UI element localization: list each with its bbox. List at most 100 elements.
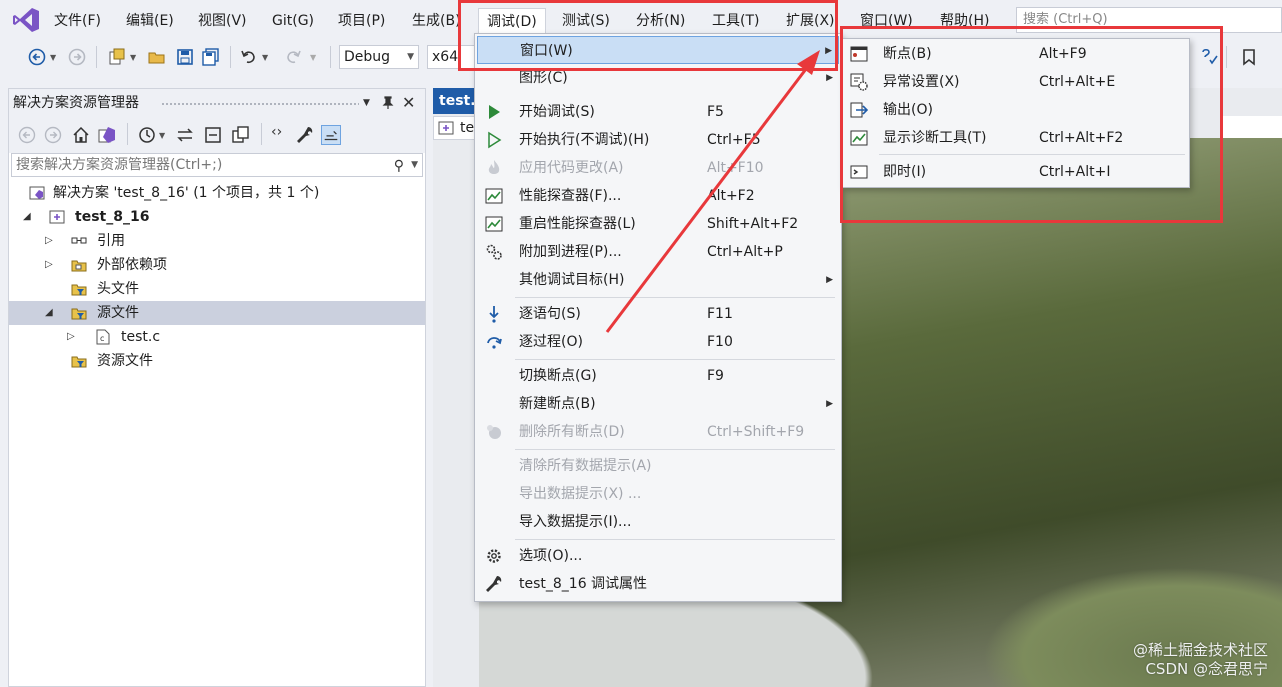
step-over-icon <box>487 337 502 349</box>
pin-icon[interactable] <box>381 89 395 117</box>
menu-item-other-debug-targets[interactable]: 其他调试目标(H) ▶ <box>477 266 839 294</box>
open-folder-icon[interactable] <box>148 48 166 66</box>
solution-search-placeholder: 搜索解决方案资源管理器(Ctrl+;) <box>16 157 223 173</box>
menu-item-label: 导入数据提示(I)... <box>519 514 632 530</box>
redo-icon[interactable] <box>284 48 302 66</box>
menu-item-new-breakpoint[interactable]: 新建断点(B) ▶ <box>477 390 839 418</box>
search-options-dropdown-icon[interactable]: ▼ <box>411 154 418 176</box>
pending-changes-filter-icon[interactable] <box>137 125 157 145</box>
properties-wrench-icon[interactable] <box>295 125 315 145</box>
submenu-item-exception-settings[interactable]: 异常设置(X) Ctrl+Alt+E <box>845 68 1187 96</box>
menu-extensions[interactable]: 扩展(X) <box>786 10 835 32</box>
menu-file[interactable]: 文件(F) <box>54 10 101 32</box>
new-dropdown-icon[interactable]: ▼ <box>130 53 148 71</box>
solution-search-input[interactable]: 搜索解决方案资源管理器(Ctrl+;) ⚲ ▼ <box>11 153 423 177</box>
panel-menu-dropdown-icon[interactable]: ▼ <box>363 89 370 117</box>
menu-item-label: 删除所有断点(D) <box>519 424 625 440</box>
redo-dropdown-icon[interactable]: ▼ <box>310 53 328 71</box>
expanded-caret-icon[interactable]: ◢ <box>45 301 53 325</box>
submenu-item-breakpoints[interactable]: 断点(B) Alt+F9 <box>845 40 1187 68</box>
save-icon[interactable] <box>176 48 194 66</box>
search-icon[interactable]: ⚲ <box>394 155 404 177</box>
editor-tab-test-c[interactable]: test.c <box>433 88 479 114</box>
menu-item-step-over[interactable]: 逐过程(O) F10 <box>477 328 839 356</box>
submenu-item-output[interactable]: 输出(O) <box>845 96 1187 124</box>
back-icon[interactable] <box>17 125 37 145</box>
submenu-item-label: 输出(O) <box>883 102 933 118</box>
menu-debug[interactable]: 调试(D) <box>478 8 546 34</box>
collapse-all-icon[interactable] <box>203 125 223 145</box>
sync-with-active-document-icon[interactable] <box>175 125 195 145</box>
view-code-icon[interactable]: ‹› <box>271 124 291 144</box>
menu-item-attach-to-process[interactable]: 附加到进程(P)... Ctrl+Alt+P <box>477 238 839 266</box>
menu-item-import-datatips[interactable]: 导入数据提示(I)... <box>477 508 839 536</box>
filter-folder-icon <box>71 308 87 320</box>
search-input[interactable]: 搜索 (Ctrl+Q) <box>1016 7 1282 33</box>
save-all-icon[interactable] <box>202 48 220 66</box>
submenu-item-shortcut: Ctrl+Alt+F2 <box>1039 130 1124 146</box>
menu-item-relaunch-profiler[interactable]: 重启性能探查器(L) Shift+Alt+F2 <box>477 210 839 238</box>
external-deps-icon <box>71 260 87 272</box>
back-dropdown-icon[interactable]: ▼ <box>50 53 68 71</box>
forward-icon[interactable] <box>43 125 63 145</box>
undo-icon[interactable] <box>240 48 258 66</box>
home-icon[interactable] <box>71 125 91 145</box>
configuration-value: Debug <box>344 49 391 65</box>
forward-icon[interactable] <box>68 48 86 66</box>
menu-analyze[interactable]: 分析(N) <box>636 10 685 32</box>
menu-item-options[interactable]: 选项(O)... <box>477 542 839 570</box>
undo-dropdown-icon[interactable]: ▼ <box>262 53 280 71</box>
tree-item-project[interactable]: ◢ test_8_16 <box>9 205 425 229</box>
collapsed-caret-icon[interactable]: ▷ <box>45 253 53 277</box>
menu-item-start-debugging[interactable]: 开始调试(S) F5 <box>477 98 839 126</box>
platform-dropdown[interactable]: x64 <box>427 45 475 69</box>
menu-item-toggle-breakpoint[interactable]: 切换断点(G) F9 <box>477 362 839 390</box>
submenu-item-show-diagnostic-tools[interactable]: 显示诊断工具(T) Ctrl+Alt+F2 <box>845 124 1187 152</box>
back-icon[interactable] <box>28 48 46 66</box>
menu-test[interactable]: 测试(S) <box>562 10 610 32</box>
menu-item-shortcut: Ctrl+Shift+F9 <box>707 424 805 440</box>
menu-item-graphics[interactable]: 图形(C) ▶ <box>477 64 839 92</box>
menu-separator <box>515 297 835 298</box>
tree-item-source-files[interactable]: ◢ 源文件 <box>9 301 425 325</box>
collapsed-caret-icon[interactable]: ▷ <box>67 325 75 349</box>
new-project-icon[interactable] <box>108 48 126 66</box>
tree-item-label: test_8_16 <box>75 209 150 225</box>
close-icon[interactable]: ✕ <box>402 89 415 117</box>
diagnostics-icon <box>850 130 868 146</box>
configuration-dropdown[interactable]: Debug ▼ <box>339 45 419 69</box>
menu-item-shortcut: Alt+F2 <box>707 188 755 204</box>
title-drag-grip[interactable] <box>161 102 359 106</box>
menu-project[interactable]: 项目(P) <box>338 10 385 32</box>
menu-item-label: 切换断点(G) <box>519 368 597 384</box>
bookmark-icon[interactable] <box>1240 48 1258 66</box>
breakpoints-window-icon <box>850 46 868 62</box>
tree-item-header-files[interactable]: 头文件 <box>9 277 425 301</box>
menu-item-step-into[interactable]: 逐语句(S) F11 <box>477 300 839 328</box>
menu-item-start-without-debugging[interactable]: 开始执行(不调试)(H) Ctrl+F5 <box>477 126 839 154</box>
menu-tools[interactable]: 工具(T) <box>712 10 759 32</box>
submenu-item-immediate[interactable]: 即时(I) Ctrl+Alt+I <box>845 158 1187 186</box>
tree-item-test-c[interactable]: ▷ c test.c <box>9 325 425 349</box>
menu-view[interactable]: 视图(V) <box>198 10 247 32</box>
menu-git[interactable]: Git(G) <box>272 10 314 32</box>
tree-item-external-deps[interactable]: ▷ 外部依赖项 <box>9 253 425 277</box>
menu-item-window[interactable]: 窗口(W) ▶ <box>477 36 839 64</box>
profiler-icon <box>485 188 503 204</box>
tree-item-solution[interactable]: 解决方案 'test_8_16' (1 个项目，共 1 个) <box>9 181 425 205</box>
menu-build[interactable]: 生成(B) <box>412 10 461 32</box>
preview-selected-items-icon[interactable] <box>321 125 341 145</box>
tree-item-resource-files[interactable]: 资源文件 <box>9 349 425 373</box>
menu-item-debug-properties[interactable]: test_8_16 调试属性 <box>477 570 839 598</box>
expanded-caret-icon[interactable]: ◢ <box>23 205 31 229</box>
menu-edit[interactable]: 编辑(E) <box>126 10 174 32</box>
show-all-files-icon[interactable] <box>231 125 251 145</box>
menu-item-performance-profiler[interactable]: 性能探查器(F)... Alt+F2 <box>477 182 839 210</box>
spell-check-icon[interactable] <box>1200 48 1218 66</box>
switch-views-icon[interactable] <box>97 125 117 145</box>
collapsed-caret-icon[interactable]: ▷ <box>45 229 53 253</box>
tree-item-references[interactable]: ▷ 引用 <box>9 229 425 253</box>
editor-member-dropdown[interactable] <box>1220 116 1282 140</box>
menu-help[interactable]: 帮助(H) <box>940 10 989 32</box>
menu-window[interactable]: 窗口(W) <box>860 10 913 32</box>
